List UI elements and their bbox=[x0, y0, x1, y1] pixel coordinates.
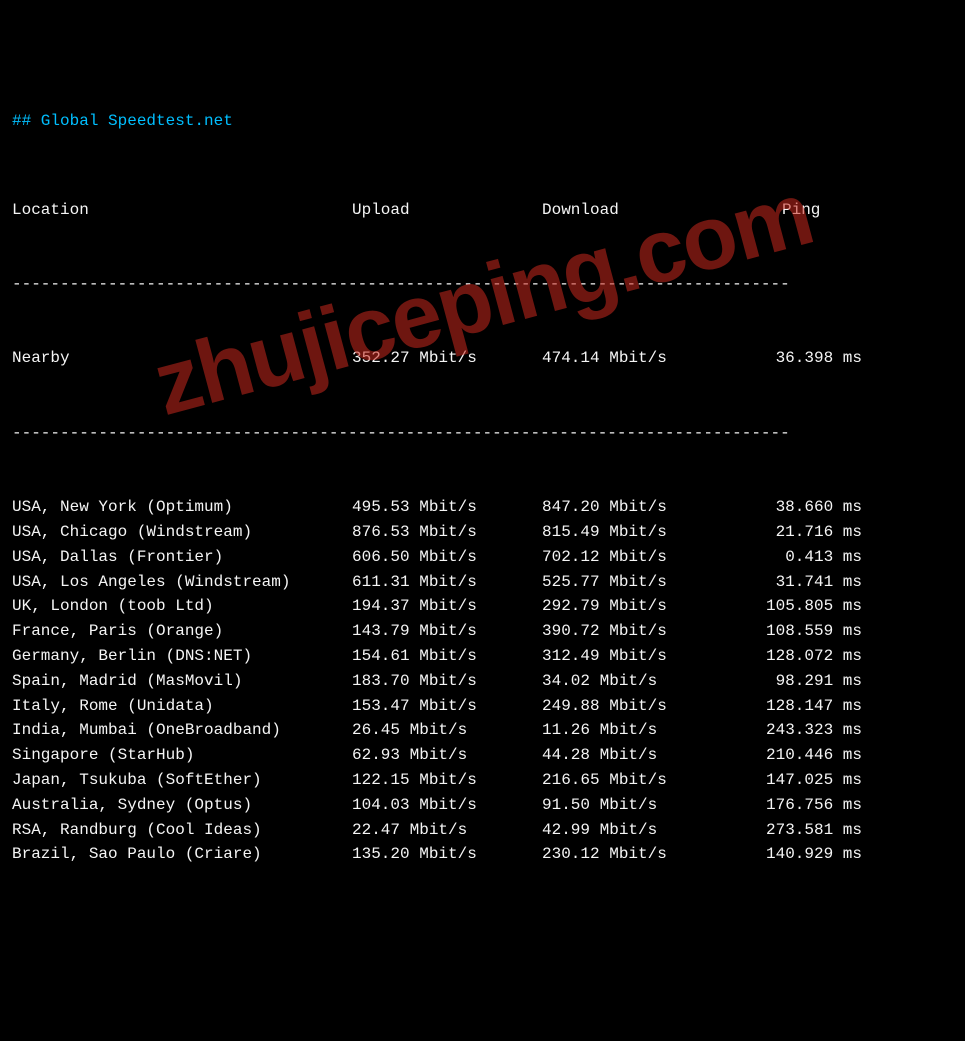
header-location: Location bbox=[12, 198, 352, 223]
table-row: USA, Chicago (Windstream)876.53 Mbit/s81… bbox=[12, 520, 953, 545]
table-row: Australia, Sydney (Optus)104.03 Mbit/s91… bbox=[12, 793, 953, 818]
cell-download: 815.49 Mbit/s bbox=[542, 520, 742, 545]
cell-download: 91.50 Mbit/s bbox=[542, 793, 742, 818]
cell-ping: 108.559 ms bbox=[742, 619, 922, 644]
cell-location: India, Mumbai (OneBroadband) bbox=[12, 718, 352, 743]
cell-location: France, Paris (Orange) bbox=[12, 619, 352, 644]
cell-location: USA, New York (Optimum) bbox=[12, 495, 352, 520]
cell-location: Brazil, Sao Paulo (Criare) bbox=[12, 842, 352, 867]
nearby-download: 474.14 Mbit/s bbox=[542, 346, 742, 371]
header-upload: Upload bbox=[352, 198, 542, 223]
table-row-nearby: Nearby352.27 Mbit/s474.14 Mbit/s36.398 m… bbox=[12, 346, 953, 371]
table-row: USA, New York (Optimum)495.53 Mbit/s847.… bbox=[12, 495, 953, 520]
cell-ping: 128.147 ms bbox=[742, 694, 922, 719]
divider-line: ----------------------------------------… bbox=[12, 421, 953, 446]
cell-location: USA, Dallas (Frontier) bbox=[12, 545, 352, 570]
table-row: Italy, Rome (Unidata)153.47 Mbit/s249.88… bbox=[12, 694, 953, 719]
cell-upload: 122.15 Mbit/s bbox=[352, 768, 542, 793]
nearby-upload: 352.27 Mbit/s bbox=[352, 346, 542, 371]
table-row: Japan, Tsukuba (SoftEther)122.15 Mbit/s2… bbox=[12, 768, 953, 793]
nearby-ping: 36.398 ms bbox=[742, 346, 922, 371]
cell-download: 702.12 Mbit/s bbox=[542, 545, 742, 570]
cell-location: USA, Los Angeles (Windstream) bbox=[12, 570, 352, 595]
cell-location: USA, Chicago (Windstream) bbox=[12, 520, 352, 545]
cell-upload: 26.45 Mbit/s bbox=[352, 718, 542, 743]
cell-ping: 210.446 ms bbox=[742, 743, 922, 768]
table-row: USA, Dallas (Frontier)606.50 Mbit/s702.1… bbox=[12, 545, 953, 570]
table-row: Brazil, Sao Paulo (Criare)135.20 Mbit/s2… bbox=[12, 842, 953, 867]
cell-upload: 143.79 Mbit/s bbox=[352, 619, 542, 644]
cell-download: 42.99 Mbit/s bbox=[542, 818, 742, 843]
table-row: India, Mumbai (OneBroadband)26.45 Mbit/s… bbox=[12, 718, 953, 743]
watermark-text: zhujiceping.com bbox=[138, 145, 826, 454]
cell-download: 216.65 Mbit/s bbox=[542, 768, 742, 793]
cell-download: 292.79 Mbit/s bbox=[542, 594, 742, 619]
cell-upload: 876.53 Mbit/s bbox=[352, 520, 542, 545]
header-ping: Ping bbox=[742, 198, 962, 223]
cell-download: 44.28 Mbit/s bbox=[542, 743, 742, 768]
cell-upload: 611.31 Mbit/s bbox=[352, 570, 542, 595]
table-row: France, Paris (Orange)143.79 Mbit/s390.7… bbox=[12, 619, 953, 644]
nearby-location: Nearby bbox=[12, 346, 352, 371]
cell-upload: 194.37 Mbit/s bbox=[352, 594, 542, 619]
header-row: LocationUploadDownloadPing bbox=[12, 198, 953, 223]
header-download: Download bbox=[542, 198, 742, 223]
cell-location: Singapore (StarHub) bbox=[12, 743, 352, 768]
table-row: RSA, Randburg (Cool Ideas)22.47 Mbit/s42… bbox=[12, 818, 953, 843]
data-rows: USA, New York (Optimum)495.53 Mbit/s847.… bbox=[12, 495, 953, 867]
cell-download: 11.26 Mbit/s bbox=[542, 718, 742, 743]
cell-download: 390.72 Mbit/s bbox=[542, 619, 742, 644]
divider-line: ----------------------------------------… bbox=[12, 272, 953, 297]
cell-upload: 104.03 Mbit/s bbox=[352, 793, 542, 818]
cell-upload: 135.20 Mbit/s bbox=[352, 842, 542, 867]
cell-ping: 273.581 ms bbox=[742, 818, 922, 843]
cell-upload: 22.47 Mbit/s bbox=[352, 818, 542, 843]
cell-location: Germany, Berlin (DNS:NET) bbox=[12, 644, 352, 669]
cell-ping: 38.660 ms bbox=[742, 495, 922, 520]
table-row: Germany, Berlin (DNS:NET)154.61 Mbit/s31… bbox=[12, 644, 953, 669]
cell-download: 230.12 Mbit/s bbox=[542, 842, 742, 867]
table-row: USA, Los Angeles (Windstream)611.31 Mbit… bbox=[12, 570, 953, 595]
cell-ping: 0.413 ms bbox=[742, 545, 922, 570]
cell-ping: 176.756 ms bbox=[742, 793, 922, 818]
cell-location: RSA, Randburg (Cool Ideas) bbox=[12, 818, 352, 843]
cell-location: Italy, Rome (Unidata) bbox=[12, 694, 352, 719]
cell-ping: 31.741 ms bbox=[742, 570, 922, 595]
cell-upload: 495.53 Mbit/s bbox=[352, 495, 542, 520]
cell-upload: 606.50 Mbit/s bbox=[352, 545, 542, 570]
cell-location: Spain, Madrid (MasMovil) bbox=[12, 669, 352, 694]
cell-location: UK, London (toob Ltd) bbox=[12, 594, 352, 619]
cell-ping: 243.323 ms bbox=[742, 718, 922, 743]
cell-download: 34.02 Mbit/s bbox=[542, 669, 742, 694]
cell-ping: 21.716 ms bbox=[742, 520, 922, 545]
cell-download: 525.77 Mbit/s bbox=[542, 570, 742, 595]
cell-upload: 154.61 Mbit/s bbox=[352, 644, 542, 669]
section-title: ## Global Speedtest.net bbox=[12, 109, 953, 134]
table-row: UK, London (toob Ltd)194.37 Mbit/s292.79… bbox=[12, 594, 953, 619]
cell-download: 249.88 Mbit/s bbox=[542, 694, 742, 719]
cell-ping: 98.291 ms bbox=[742, 669, 922, 694]
table-row: Spain, Madrid (MasMovil)183.70 Mbit/s34.… bbox=[12, 669, 953, 694]
cell-ping: 105.805 ms bbox=[742, 594, 922, 619]
cell-download: 312.49 Mbit/s bbox=[542, 644, 742, 669]
cell-ping: 147.025 ms bbox=[742, 768, 922, 793]
cell-upload: 183.70 Mbit/s bbox=[352, 669, 542, 694]
cell-location: Australia, Sydney (Optus) bbox=[12, 793, 352, 818]
cell-download: 847.20 Mbit/s bbox=[542, 495, 742, 520]
cell-upload: 153.47 Mbit/s bbox=[352, 694, 542, 719]
cell-ping: 140.929 ms bbox=[742, 842, 922, 867]
table-row: Singapore (StarHub)62.93 Mbit/s44.28 Mbi… bbox=[12, 743, 953, 768]
cell-upload: 62.93 Mbit/s bbox=[352, 743, 542, 768]
cell-location: Japan, Tsukuba (SoftEther) bbox=[12, 768, 352, 793]
cell-ping: 128.072 ms bbox=[742, 644, 922, 669]
